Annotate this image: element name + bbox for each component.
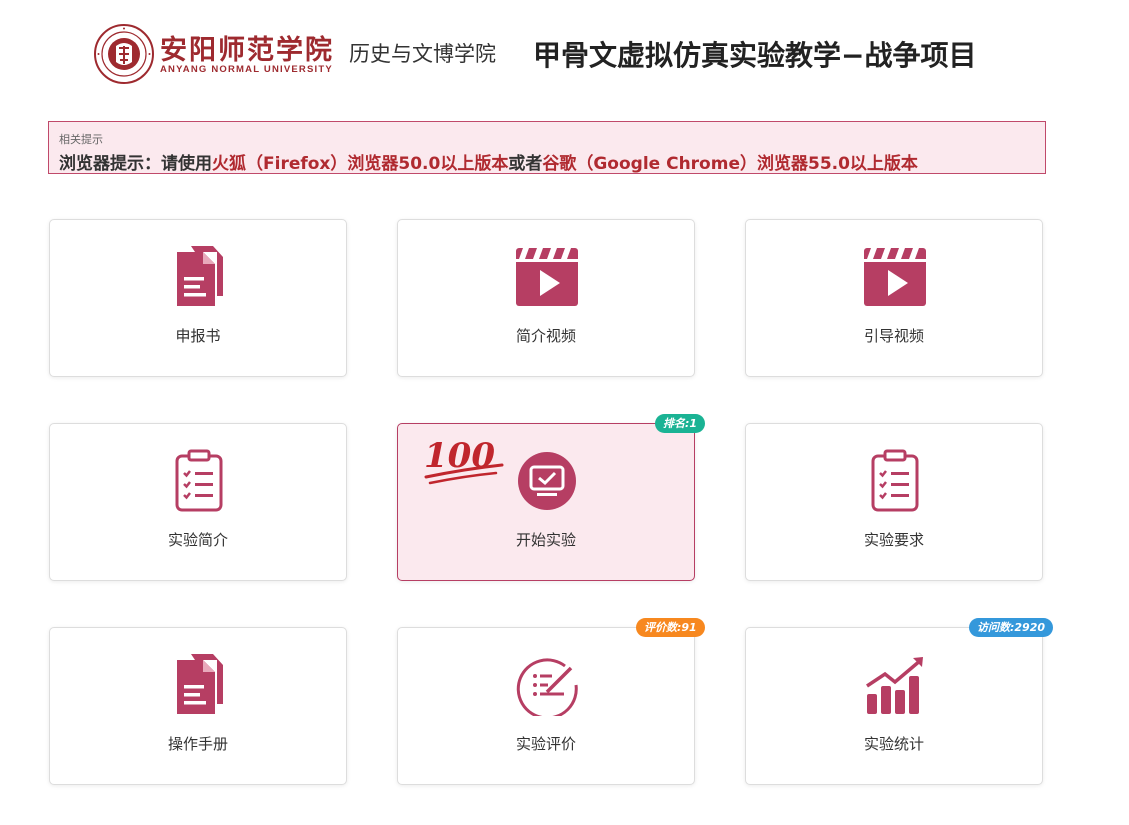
card-application[interactable]: 申报书	[49, 219, 347, 377]
university-seal-icon	[94, 24, 154, 84]
card-label: 实验要求	[863, 531, 924, 549]
card-label: 开始实验	[515, 531, 576, 549]
notice-title: 相关提示	[59, 133, 103, 146]
notice-text-prefix: 浏览器提示：请使用	[59, 154, 212, 174]
department-name: 历史与文博学院	[349, 42, 496, 66]
card-experiment-evaluation[interactable]: 实验评价	[397, 627, 695, 785]
clipboard-list-icon	[871, 449, 919, 512]
clipboard-list-icon	[175, 449, 223, 512]
notice-text: 浏览器提示：请使用火狐（Firefox）浏览器50.0以上版本或者谷歌（Goog…	[59, 149, 918, 174]
page-header: 安阳师范学院 ANYANG NORMAL UNIVERSITY 历史与文博学院 …	[0, 0, 1129, 100]
video-icon	[864, 248, 926, 306]
card-operation-manual[interactable]: 操作手册	[49, 627, 347, 785]
evaluate-icon	[516, 658, 578, 716]
video-icon	[516, 248, 578, 306]
notice-text-or: 或者	[508, 154, 543, 174]
document-icon	[177, 246, 223, 306]
notice-chrome-requirement: 谷歌（Google Chrome）浏览器55.0以上版本	[542, 154, 918, 174]
card-label: 操作手册	[167, 735, 228, 753]
card-label: 简介视频	[515, 327, 576, 345]
card-label: 申报书	[175, 327, 221, 345]
card-experiment-requirements[interactable]: 实验要求	[745, 423, 1043, 581]
page-title: 甲骨文虚拟仿真实验教学−战争项目	[533, 39, 977, 72]
university-name-en: ANYANG NORMAL UNIVERSITY	[160, 64, 333, 75]
card-intro-video[interactable]: 简介视频	[397, 219, 695, 377]
visit-count-badge: 访问数:2920	[969, 618, 1054, 637]
document-icon	[177, 654, 223, 714]
hundred-points-icon: 100	[424, 436, 504, 485]
bar-chart-growth-icon	[866, 657, 923, 714]
browser-notice: 相关提示 浏览器提示：请使用火狐（Firefox）浏览器50.0以上版本或者谷歌…	[48, 121, 1046, 174]
card-label: 实验评价	[515, 735, 576, 753]
card-guide-video[interactable]: 引导视频	[745, 219, 1043, 377]
card-label: 实验简介	[167, 531, 228, 549]
rank-badge: 排名:1	[655, 414, 706, 433]
card-label: 实验统计	[863, 735, 924, 753]
monitor-check-icon	[518, 452, 576, 510]
card-experiment-intro[interactable]: 实验简介	[49, 423, 347, 581]
evaluation-count-badge: 评价数:91	[636, 618, 705, 637]
card-experiment-statistics[interactable]: 实验统计	[745, 627, 1043, 785]
card-label: 引导视频	[863, 327, 924, 345]
notice-firefox-requirement: 火狐（Firefox）浏览器50.0以上版本	[212, 154, 509, 174]
university-name-cn: 安阳师范学院	[160, 35, 334, 66]
